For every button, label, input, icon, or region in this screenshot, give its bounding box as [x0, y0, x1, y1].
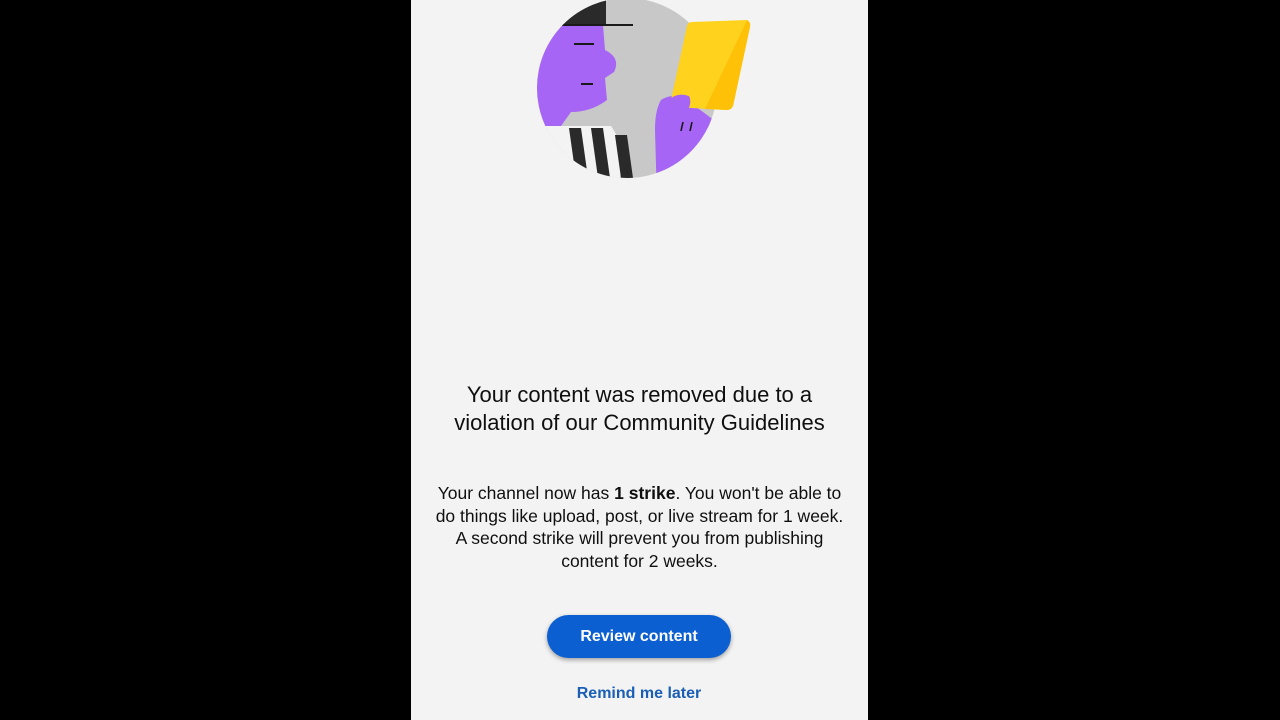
review-content-button[interactable]: Review content — [547, 615, 731, 658]
strike-notice-description: Your channel now has 1 strike. You won't… — [431, 482, 848, 572]
strike-count-text: 1 strike — [614, 483, 676, 503]
referee-yellow-card-illustration — [537, 0, 751, 178]
remind-me-later-link[interactable]: Remind me later — [539, 683, 739, 705]
strike-notice-screen: Your content was removed due to a violat… — [411, 0, 868, 720]
strike-notice-title: Your content was removed due to a violat… — [454, 382, 825, 435]
strike-description-prefix: Your channel now has — [437, 483, 615, 503]
